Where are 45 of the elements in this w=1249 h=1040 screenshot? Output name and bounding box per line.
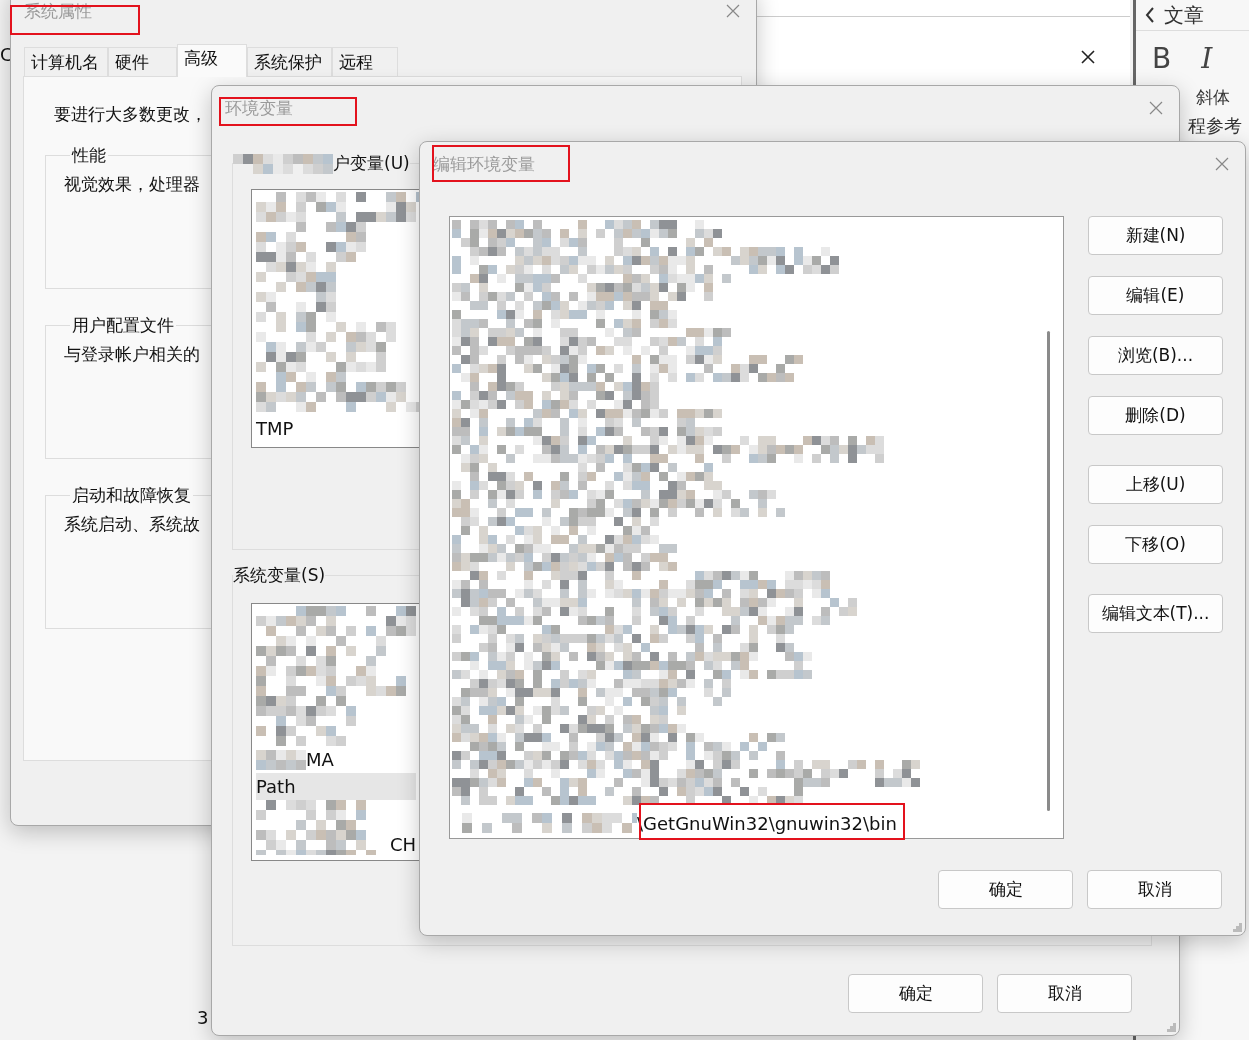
window-title: 编辑环境变量 [433, 152, 535, 176]
dialog-button[interactable]: 取消 [997, 974, 1132, 1013]
list-row[interactable]: TMP [256, 418, 294, 439]
group-description: 与登录帐户相关的 [64, 344, 200, 364]
back-icon[interactable] [1144, 7, 1156, 23]
group-title: 系统变量(S) [233, 564, 326, 587]
dialog-button[interactable]: 确定 [938, 870, 1073, 909]
resize-grip-icon[interactable] [1233, 923, 1242, 932]
dialog-button[interactable]: 取消 [1087, 870, 1222, 909]
italic-label: 斜体 [1196, 86, 1230, 109]
group-description: 视觉效果，处理器 [64, 174, 200, 194]
group-title: 户变量(U) [333, 152, 410, 175]
format-button[interactable]: B [1152, 43, 1172, 75]
list-row[interactable]: Path [256, 773, 416, 800]
action-button[interactable]: 编辑文本(T)... [1088, 594, 1223, 633]
tab[interactable]: 系统保护 [247, 47, 332, 76]
dialog-button[interactable]: 确定 [848, 974, 983, 1013]
resize-grip-icon[interactable] [1167, 1023, 1176, 1032]
tab[interactable]: 计算机名 [24, 47, 108, 76]
action-button[interactable]: 编辑(E) [1088, 276, 1223, 315]
action-button[interactable]: 删除(D) [1088, 396, 1223, 435]
tab[interactable]: 高级 [177, 44, 247, 77]
action-button[interactable]: 浏览(B)... [1088, 336, 1223, 375]
article-text: 程参考 [1188, 114, 1242, 138]
text-fragment: 3 [197, 1007, 209, 1028]
variable-name: CH [390, 834, 417, 855]
group-title: 性能 [70, 144, 107, 167]
editor-title: 文章 [1164, 1, 1204, 29]
group-title: 用户配置文件 [71, 314, 175, 337]
action-button[interactable]: 下移(O) [1088, 525, 1223, 564]
scrollbar[interactable] [1047, 331, 1050, 811]
action-button[interactable]: 上移(U) [1088, 465, 1223, 504]
group-title: 启动和故障恢复 [71, 484, 192, 507]
format-button[interactable]: I [1201, 43, 1213, 75]
tab[interactable]: 硬件 [108, 47, 177, 76]
list-row[interactable]: MA [256, 746, 416, 773]
tab[interactable]: 远程 [332, 47, 398, 76]
variable-name: Path [256, 776, 296, 797]
action-button[interactable]: 新建(N) [1088, 216, 1223, 255]
intro-text: 要进行大多数更改， [54, 103, 207, 126]
variable-name: MA [306, 749, 334, 770]
close-icon[interactable] [1081, 50, 1095, 64]
window-title: 环境变量 [225, 96, 293, 120]
group-description: 系统启动、系统故 [64, 514, 200, 534]
pixelated-redaction [256, 749, 306, 770]
